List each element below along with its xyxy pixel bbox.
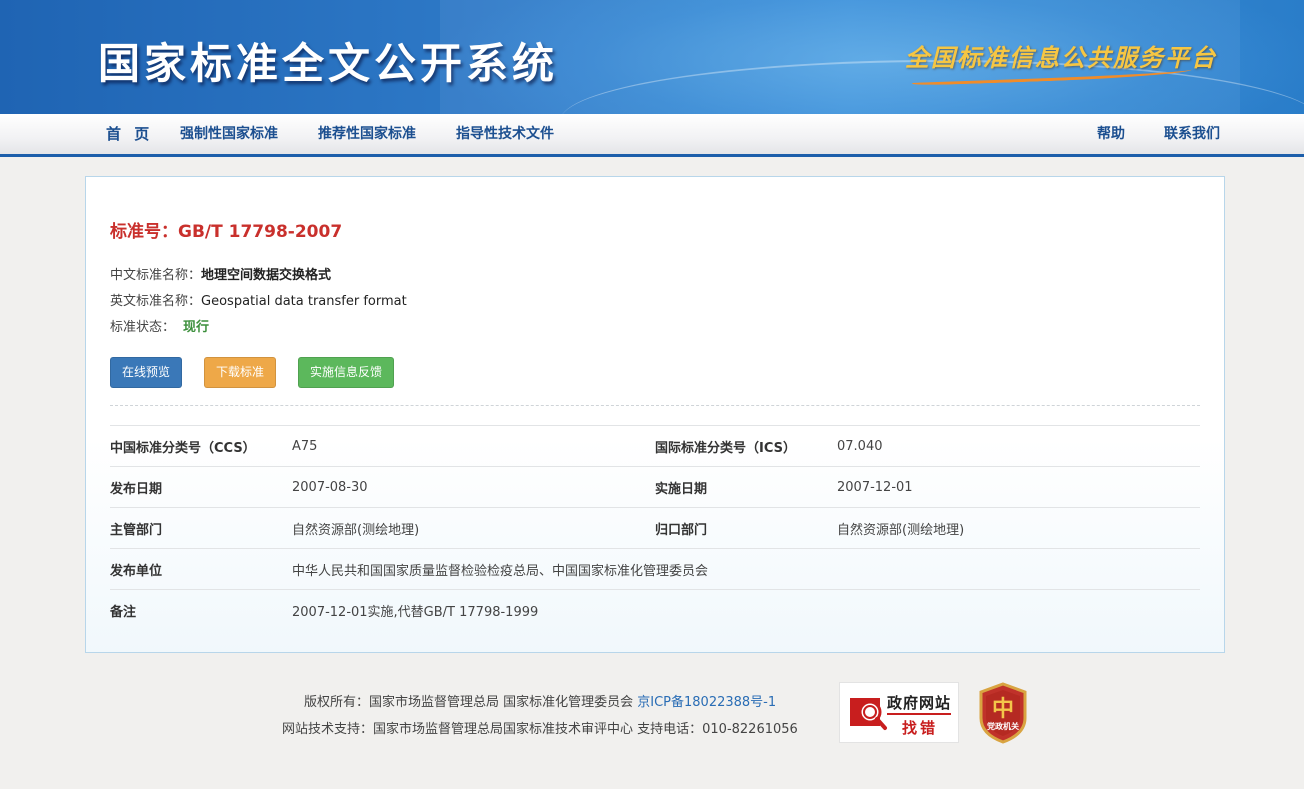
remark-label: 备注 xyxy=(110,589,292,630)
gov-badge-subtitle: 找错 xyxy=(902,719,939,737)
nav-mandatory-standards[interactable]: 强制性国家标准 xyxy=(180,114,278,154)
nav-contact-us[interactable]: 联系我们 xyxy=(1164,114,1220,154)
divider xyxy=(110,405,1200,406)
main-nav: 首 页 强制性国家标准 推荐性国家标准 指导性技术文件 帮助 联系我们 xyxy=(0,114,1304,157)
table-row: 备注 2007-12-01实施,代替GB/T 17798-1999 xyxy=(110,589,1200,630)
chinese-name-value: 地理空间数据交换格式 xyxy=(201,268,332,283)
competent-dept-value: 自然资源部(测绘地理) xyxy=(292,507,655,549)
ccs-value: A75 xyxy=(292,425,655,467)
magnifier-icon xyxy=(850,698,887,730)
copyright-text: 版权所有：国家市场监督管理总局 国家标准化管理委员会 xyxy=(304,695,638,710)
publish-date-value: 2007-08-30 xyxy=(292,466,655,508)
footer-support: 网站技术支持：国家市场监督管理总局国家标准技术审评中心 支持电话：010-822… xyxy=(282,722,798,737)
table-row: 中国标准分类号（CCS） A75 国际标准分类号（ICS） 07.040 xyxy=(110,425,1200,467)
standard-details-table: 中国标准分类号（CCS） A75 国际标准分类号（ICS） 07.040 发布日… xyxy=(110,425,1200,630)
gov-badge-title: 政府网站 xyxy=(887,694,952,712)
footer-copyright: 版权所有：国家市场监督管理总局 国家标准化管理委员会 京ICP备18022388… xyxy=(304,691,776,710)
svg-text:中: 中 xyxy=(992,696,1014,722)
nav-help[interactable]: 帮助 xyxy=(1097,114,1125,154)
standard-detail-panel: 标准号：GB/T 17798-2007 中文标准名称：地理空间数据交换格式 英文… xyxy=(85,176,1225,653)
standard-number-label: 标准号： xyxy=(110,222,178,242)
ccs-label: 中国标准分类号（CCS） xyxy=(110,425,292,467)
standard-number: GB/T 17798-2007 xyxy=(178,222,343,242)
ics-value: 07.040 xyxy=(837,425,1200,467)
ics-label: 国际标准分类号（ICS） xyxy=(655,425,837,467)
remark-value: 2007-12-01实施,代替GB/T 17798-1999 xyxy=(292,589,1200,630)
site-title: 国家标准全文公开系统 xyxy=(98,39,559,88)
competent-dept-label: 主管部门 xyxy=(110,507,292,549)
nav-home[interactable]: 首 页 xyxy=(106,114,153,154)
central-dept-label: 归口部门 xyxy=(655,507,837,549)
icp-link[interactable]: 京ICP备18022388号-1 xyxy=(637,695,776,710)
issuer-label: 发布单位 xyxy=(110,548,292,590)
publish-date-label: 发布日期 xyxy=(110,466,292,508)
status-badge: 现行 xyxy=(183,320,210,335)
issuer-value: 中华人民共和国国家质量监督检验检疫总局、中国国家标准化管理委员会 xyxy=(292,548,1200,590)
table-row: 主管部门 自然资源部(测绘地理) 归口部门 自然资源部(测绘地理) xyxy=(110,507,1200,549)
implementation-feedback-button[interactable]: 实施信息反馈 xyxy=(298,357,395,388)
gov-badge-divider xyxy=(887,713,951,715)
chinese-name-label: 中文标准名称： xyxy=(110,268,202,283)
english-name-value: Geospatial data transfer format xyxy=(201,294,407,309)
chinese-name-row: 中文标准名称：地理空间数据交换格式 xyxy=(110,264,331,283)
gov-site-error-report-badge[interactable]: 政府网站 找错 xyxy=(839,682,959,743)
party-emblem-icon: 中 xyxy=(979,682,1027,744)
english-name-row: 英文标准名称：Geospatial data transfer format xyxy=(110,290,407,309)
standard-number-heading: 标准号：GB/T 17798-2007 xyxy=(110,217,342,242)
implementation-date-value: 2007-12-01 xyxy=(837,466,1200,508)
header-banner: 国家标准全文公开系统 全国标准信息公共服务平台 xyxy=(0,0,1304,114)
download-standard-button[interactable]: 下载标准 xyxy=(204,357,277,388)
table-row: 发布日期 2007-08-30 实施日期 2007-12-01 xyxy=(110,466,1200,508)
party-government-badge[interactable]: 中 党政机关 xyxy=(977,682,1029,744)
nav-guidance-documents[interactable]: 指导性技术文件 xyxy=(456,114,554,154)
nav-recommended-standards[interactable]: 推荐性国家标准 xyxy=(318,114,416,154)
online-preview-button[interactable]: 在线预览 xyxy=(110,357,183,388)
implementation-date-label: 实施日期 xyxy=(655,466,837,508)
status-label: 标准状态： xyxy=(110,320,176,335)
party-badge-label: 党政机关 xyxy=(987,722,1019,731)
status-row: 标准状态： 现行 xyxy=(110,316,209,335)
table-row: 发布单位 中华人民共和国国家质量监督检验检疫总局、中国国家标准化管理委员会 xyxy=(110,548,1200,590)
english-name-label: 英文标准名称： xyxy=(110,294,202,309)
central-dept-value: 自然资源部(测绘地理) xyxy=(837,507,1200,549)
